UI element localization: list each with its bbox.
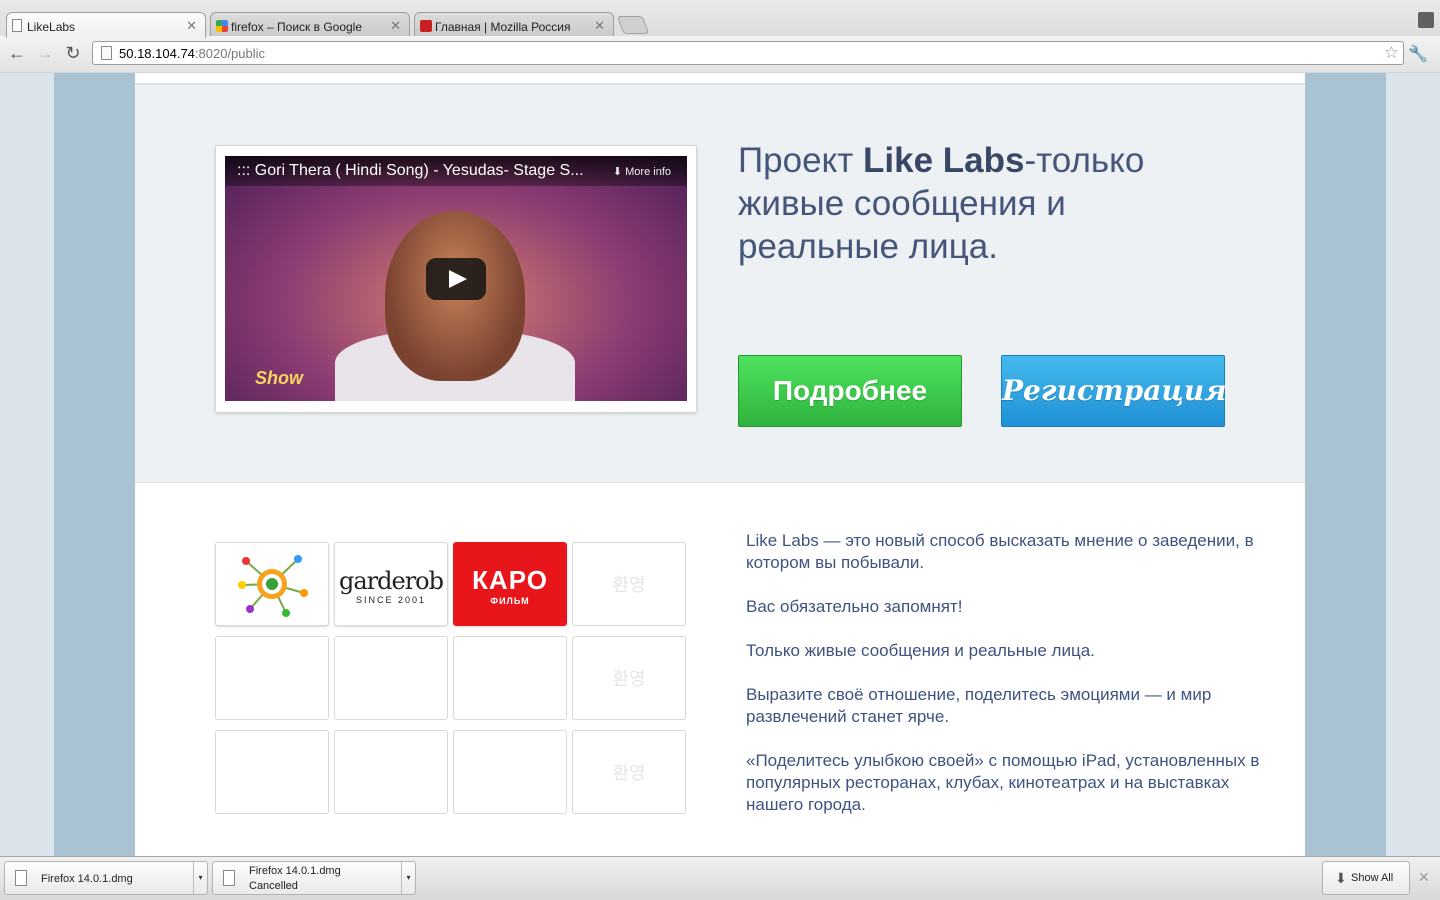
url-path: :8020/public xyxy=(194,46,266,61)
video-title[interactable]: ::: Gori Thera ( Hindi Song) - Yesudas- … xyxy=(237,162,584,179)
garderob-since: SINCE 2001 xyxy=(355,595,427,605)
close-tab-icon[interactable]: ✕ xyxy=(390,18,401,34)
tab-title: firefox – Поиск в Google xyxy=(231,20,363,34)
headline-part: Проект xyxy=(738,141,864,180)
more-info-label: More info xyxy=(625,166,671,178)
reload-icon[interactable]: ↻ xyxy=(62,43,84,65)
more-info-link[interactable]: ⬇ More info xyxy=(613,165,671,178)
partner-logo-placeholder[interactable] xyxy=(334,636,448,720)
close-icon[interactable]: ✕ xyxy=(1418,869,1430,886)
hero-section: ::: Gori Thera ( Hindi Song) - Yesudas- … xyxy=(135,73,1305,483)
chevron-down-icon[interactable]: ▾ xyxy=(193,862,207,894)
right-gutter xyxy=(1304,73,1386,856)
description-paragraph: Выразите своё отношение, поделитесь эмоц… xyxy=(746,685,1212,726)
description-paragraph: Like Labs — это новый способ высказать м… xyxy=(746,531,1254,572)
description-paragraph: Вас обязательно запомнят! xyxy=(746,597,963,616)
partner-logo-placeholder[interactable] xyxy=(215,636,329,720)
page-viewport: ::: Gori Thera ( Hindi Song) - Yesudas- … xyxy=(0,73,1440,856)
karo-sub: ФИЛЬМ xyxy=(490,596,530,606)
colorful-circle-logo-icon xyxy=(238,555,308,617)
download-item[interactable]: Firefox 14.0.1.dmg Cancelled ▾ xyxy=(212,861,416,895)
more-button[interactable]: Подробнее xyxy=(738,355,962,427)
faint-logo-text: 환영 xyxy=(612,763,646,783)
partner-logo-garderob[interactable]: garderob SINCE 2001 xyxy=(334,542,448,626)
tab-title: LikeLabs xyxy=(27,20,76,34)
page-content: ::: Gori Thera ( Hindi Song) - Yesudas- … xyxy=(135,73,1305,856)
video-player[interactable]: ::: Gori Thera ( Hindi Song) - Yesudas- … xyxy=(225,156,687,401)
wrench-icon[interactable]: 🔧 xyxy=(1408,44,1428,64)
tab-google[interactable]: firefox – Поиск в Google ✕ xyxy=(210,12,410,37)
download-arrow-icon: ⬇ xyxy=(1335,870,1347,886)
faint-logo-text: 환영 xyxy=(612,575,646,595)
garderob-name: garderob xyxy=(339,567,444,595)
download-filename: Firefox 14.0.1.dmg xyxy=(249,865,341,877)
browser-chrome: LikeLabs ✕ firefox – Поиск в Google ✕ Гл… xyxy=(0,0,1440,72)
partner-logo-karo[interactable]: КАРО ФИЛЬМ xyxy=(453,542,567,626)
bookmark-star-icon[interactable]: ☆ xyxy=(1384,43,1399,63)
google-icon xyxy=(216,20,228,32)
window-button[interactable] xyxy=(1418,12,1434,28)
address-bar[interactable]: 50.18.104.74:8020/public ☆ xyxy=(92,41,1404,65)
download-item[interactable]: Firefox 14.0.1.dmg ▾ xyxy=(4,861,208,895)
karo-logo: КАРО ФИЛЬМ xyxy=(454,543,566,625)
show-all-label: Show All xyxy=(1351,872,1394,884)
headline-brand: Like Labs xyxy=(863,141,1025,180)
partner-logo-placeholder[interactable]: 환영 xyxy=(572,636,686,720)
partner-logo-placeholder[interactable]: 환영 xyxy=(572,542,686,626)
video-title-bar: ::: Gori Thera ( Hindi Song) - Yesudas- … xyxy=(225,156,687,186)
close-tab-icon[interactable]: ✕ xyxy=(186,18,197,34)
video-frame: ::: Gori Thera ( Hindi Song) - Yesudas- … xyxy=(215,145,697,413)
karo-name: КАРО xyxy=(472,565,548,595)
page-icon xyxy=(12,19,22,32)
partner-logo-grid: garderob SINCE 2001 КАРО ФИЛЬМ 환영 환영 환영 xyxy=(215,542,689,816)
headline: Проект Like Labs-только живые сообщения … xyxy=(738,139,1208,268)
description-paragraph: Только живые сообщения и реальные лица. xyxy=(746,641,1095,660)
partner-logo-placeholder[interactable] xyxy=(334,730,448,814)
partner-logo-placeholder[interactable] xyxy=(453,730,567,814)
show-all-button[interactable]: ⬇ Show All xyxy=(1322,861,1410,895)
new-tab-button[interactable] xyxy=(616,16,650,34)
url-host: 50.18.104.74 xyxy=(119,46,195,61)
faint-logo-text: 환영 xyxy=(612,669,646,689)
tab-likelabs[interactable]: LikeLabs ✕ xyxy=(6,12,206,38)
tab-strip: LikeLabs ✕ firefox – Поиск в Google ✕ Гл… xyxy=(0,8,1440,38)
partner-logo-circle[interactable] xyxy=(215,542,329,626)
chevron-down-icon[interactable]: ▾ xyxy=(401,862,415,894)
page-icon xyxy=(101,46,112,60)
download-status: Cancelled xyxy=(249,880,298,892)
video-logo: Show xyxy=(255,368,303,388)
description-paragraph: «Поделитесь улыбкою своей» с помощью iPa… xyxy=(746,751,1260,814)
forward-icon[interactable]: → xyxy=(34,43,56,65)
description: Like Labs — это новый способ высказать м… xyxy=(746,530,1266,838)
register-button[interactable]: Регистрация xyxy=(1001,355,1227,427)
mozilla-icon xyxy=(420,20,432,32)
tab-mozilla[interactable]: Главная | Mozilla Россия ✕ xyxy=(414,12,614,37)
partner-logo-placeholder[interactable] xyxy=(215,730,329,814)
partner-logo-placeholder[interactable]: 환영 xyxy=(572,730,686,814)
back-icon[interactable]: ← xyxy=(6,43,28,65)
partner-logo-placeholder[interactable] xyxy=(453,636,567,720)
garderob-logo: garderob SINCE 2001 xyxy=(335,543,447,605)
close-tab-icon[interactable]: ✕ xyxy=(594,18,605,34)
tab-title: Главная | Mozilla Россия xyxy=(435,20,571,34)
left-gutter xyxy=(54,73,136,856)
toolbar: ← → ↻ 50.18.104.74:8020/public ☆ 🔧 xyxy=(0,36,1440,72)
file-icon xyxy=(223,870,235,886)
download-filename: Firefox 14.0.1.dmg xyxy=(41,873,133,885)
file-icon xyxy=(15,870,27,886)
play-icon[interactable] xyxy=(426,258,486,300)
downloads-bar: Firefox 14.0.1.dmg ▾ Firefox 14.0.1.dmg … xyxy=(0,856,1440,900)
